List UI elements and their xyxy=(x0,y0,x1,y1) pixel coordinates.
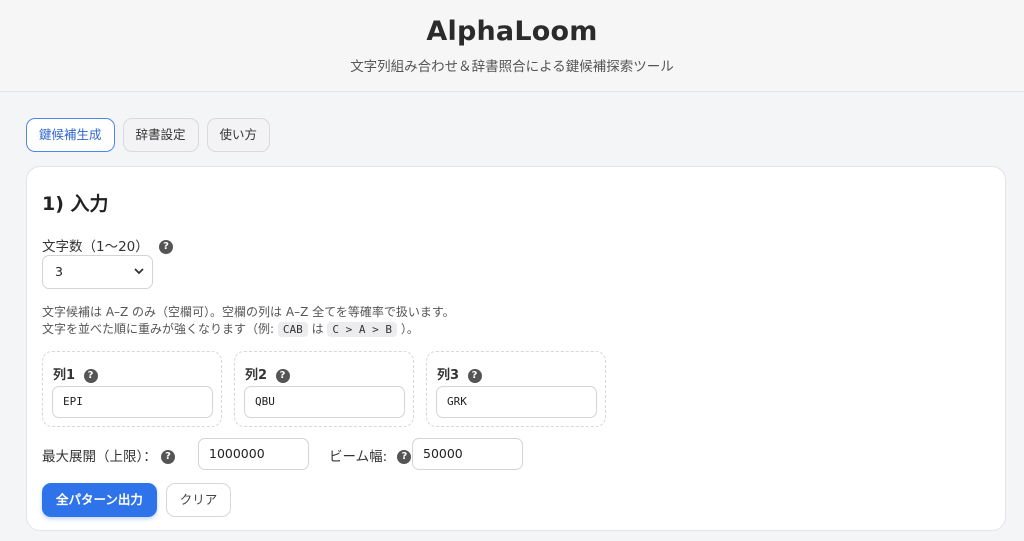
column-label: 列2 ? xyxy=(245,364,290,383)
max-expansion-row: 最大展開（上限）： ? xyxy=(42,445,176,465)
column-2-input[interactable]: QBU xyxy=(244,386,405,418)
tab-dictionary-settings[interactable]: 辞書設定 xyxy=(122,118,199,152)
input-card: 1) 入力 文字数（1〜20） ? 3 文字候補は A–Z のみ（空欄可）。空欄… xyxy=(26,166,1006,531)
column-label: 列3 ? xyxy=(437,364,482,383)
char-count-select[interactable]: 3 xyxy=(42,255,153,289)
char-count-row: 文字数（1〜20） ? xyxy=(42,235,174,255)
tab-how-to-use[interactable]: 使い方 xyxy=(206,118,271,152)
column-label: 列1 ? xyxy=(53,364,98,383)
char-count-value: 3 xyxy=(55,264,63,279)
tab-bar: 鍵候補生成 辞書設定 使い方 xyxy=(26,118,271,152)
note-line-2: 文字を並べた順に重みが強くなります（例: CAB は C > A > B ）。 xyxy=(42,320,419,337)
output-all-button[interactable]: 全パターン出力 xyxy=(42,483,157,517)
note-line-1: 文字候補は A–Z のみ（空欄可）。空欄の列は A–Z 全てを等確率で扱います。 xyxy=(42,305,455,319)
help-icon[interactable]: ? xyxy=(161,450,176,464)
column-1-input[interactable]: EPI xyxy=(52,386,213,418)
column-box-1: 列1 ? EPI xyxy=(42,351,222,427)
column-3-input[interactable]: GRK xyxy=(436,386,597,418)
beam-width-input[interactable]: 50000 xyxy=(412,438,523,470)
max-expansion-input[interactable]: 1000000 xyxy=(198,438,309,470)
help-icon[interactable]: ? xyxy=(83,368,98,383)
code-example: CAB xyxy=(277,322,308,337)
column-1-label: 列1 xyxy=(53,368,76,383)
beam-width-label: ビーム幅: xyxy=(329,449,388,465)
chevron-down-icon xyxy=(134,256,144,301)
code-order-example: C > A > B xyxy=(327,322,398,337)
column-2-label: 列2 xyxy=(245,368,268,383)
max-expansion-label: 最大展開（上限）： xyxy=(42,449,157,465)
section-title: 1) 入力 xyxy=(42,193,109,215)
note-line-2-mid: は xyxy=(311,322,324,336)
note-line-2-prefix: 文字を並べた順に重みが強くなります（例: xyxy=(42,322,275,336)
column-3-label: 列3 xyxy=(437,368,460,383)
beam-width-row: ビーム幅: ? xyxy=(329,445,412,465)
app-subtitle: 文字列組み合わせ＆辞書照合による鍵候補探索ツール xyxy=(350,59,674,75)
column-box-3: 列3 ? GRK xyxy=(426,351,606,427)
help-icon[interactable]: ? xyxy=(275,368,290,383)
tab-key-candidate-generation[interactable]: 鍵候補生成 xyxy=(26,118,115,152)
help-icon[interactable]: ? xyxy=(159,240,174,254)
app-header: AlphaLoom 文字列組み合わせ＆辞書照合による鍵候補探索ツール xyxy=(0,0,1024,92)
char-count-label: 文字数（1〜20） xyxy=(42,239,149,255)
help-icon[interactable]: ? xyxy=(467,368,482,383)
column-box-2: 列2 ? QBU xyxy=(234,351,414,427)
clear-button[interactable]: クリア xyxy=(166,483,231,517)
app-title: AlphaLoom xyxy=(426,16,598,47)
note-line-2-suffix: ）。 xyxy=(400,322,419,336)
help-icon[interactable]: ? xyxy=(397,450,412,464)
